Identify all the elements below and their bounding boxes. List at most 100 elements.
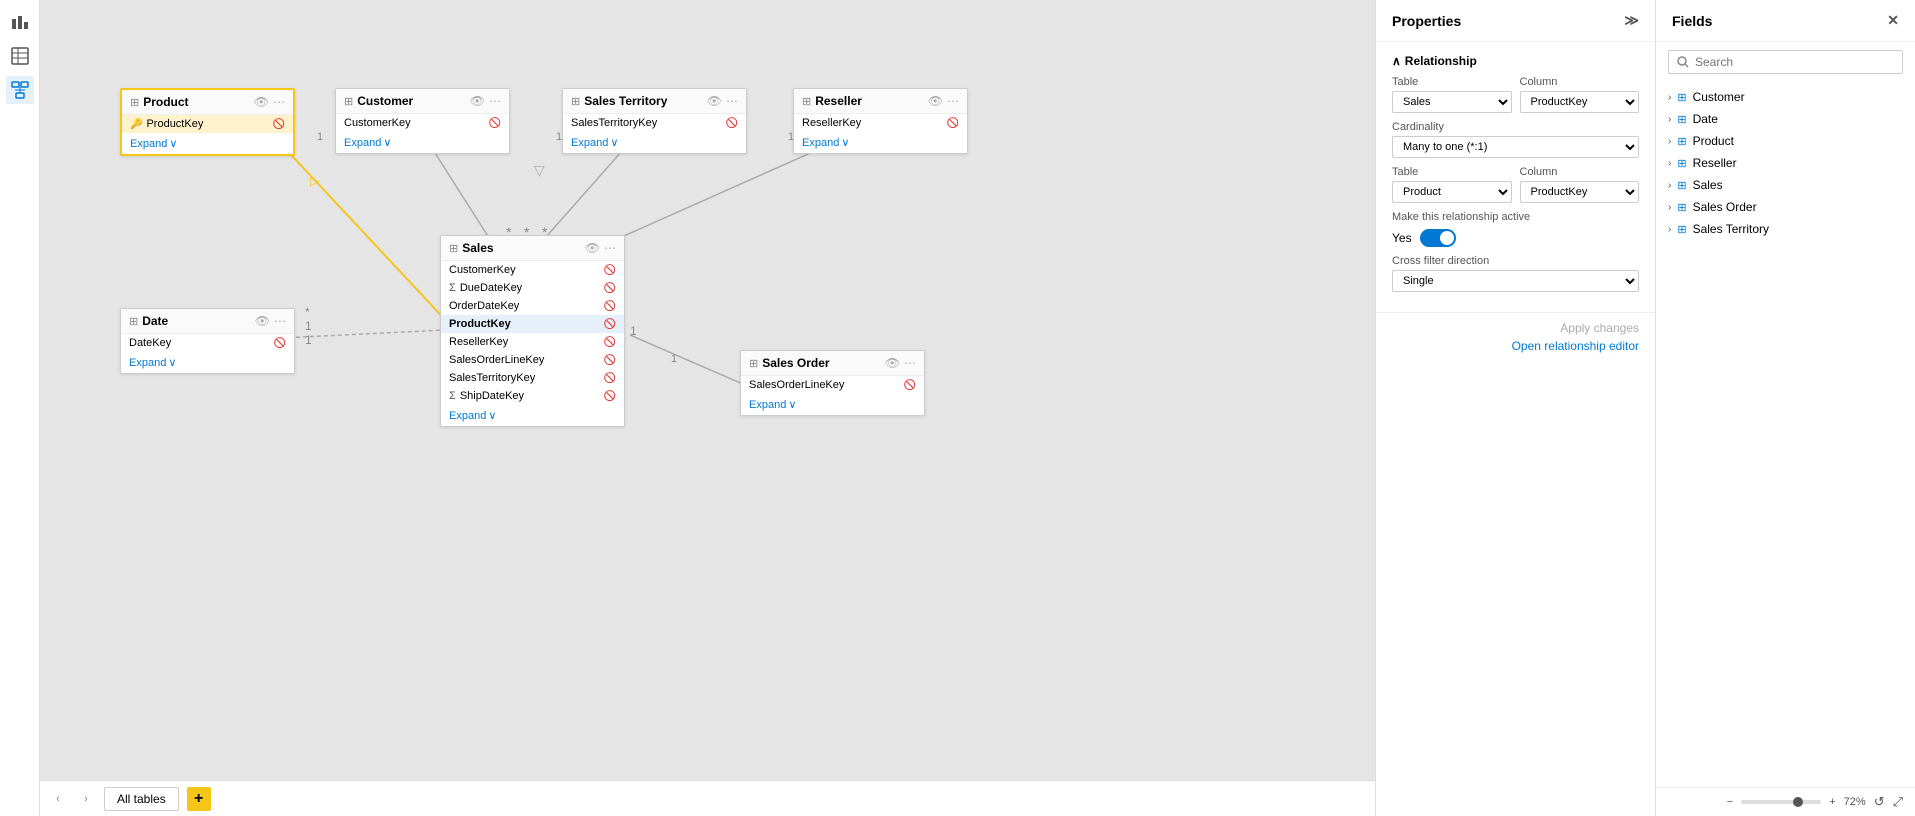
reseller-group-chevron: › (1668, 158, 1671, 169)
sales-territory-table-actions: 👁 ⋯ (707, 94, 738, 108)
sales-order-salesorderlinekey-row[interactable]: SalesOrderLineKey 🚫 (741, 376, 924, 394)
model-nav-icon[interactable] (6, 76, 34, 104)
date-table-title: Date (142, 314, 251, 328)
field-group-customer[interactable]: › ⊞ Customer (1656, 86, 1915, 108)
product-expand-link[interactable]: Expand ∨ (122, 133, 293, 154)
sales-territory-eye-icon[interactable]: 👁 (707, 94, 722, 108)
table2-select[interactable]: Product (1392, 181, 1512, 203)
sales-territory-expand-link[interactable]: Expand ∨ (563, 132, 746, 153)
open-editor-link[interactable]: Open relationship editor (1512, 339, 1639, 353)
sales-order-group-table-icon: ⊞ (1677, 201, 1686, 214)
customer-customerkey-eye: 🚫 (489, 118, 501, 129)
customer-eye-icon[interactable]: 👁 (470, 94, 485, 108)
date-table-header: ⊞ Date 👁 ⋯ (121, 309, 294, 334)
date-eye-icon[interactable]: 👁 (255, 314, 270, 328)
sales-order-salesorderlinekey-eye: 🚫 (904, 380, 916, 391)
field-group-sales[interactable]: › ⊞ Sales (1656, 174, 1915, 196)
sales-eye-icon[interactable]: 👁 (585, 241, 600, 255)
active-toggle-switch[interactable] (1420, 229, 1456, 247)
properties-actions: Apply changes Open relationship editor (1376, 313, 1655, 361)
svg-text:1: 1 (671, 353, 677, 365)
sales-duedatekey-row[interactable]: Σ DueDateKey 🚫 (441, 279, 624, 297)
sales-orderdatekey-row[interactable]: OrderDateKey 🚫 (441, 297, 624, 315)
sales-shipdatekey-row[interactable]: Σ ShipDateKey 🚫 (441, 387, 624, 405)
product-eye-icon[interactable]: 👁 (254, 95, 269, 109)
sales-territory-more-icon[interactable]: ⋯ (726, 94, 738, 108)
customer-expand-link[interactable]: Expand ∨ (336, 132, 509, 153)
cardinality-row: Cardinality Many to one (*:1) (1392, 121, 1639, 158)
product-productkey-row[interactable]: 🔑 ProductKey 🚫 (122, 115, 293, 133)
product-group-table-icon: ⊞ (1677, 135, 1686, 148)
table1-select[interactable]: Sales (1392, 91, 1512, 113)
date-datekey-row[interactable]: DateKey 🚫 (121, 334, 294, 352)
sales-more-icon[interactable]: ⋯ (604, 241, 616, 255)
nav-right-arrow[interactable]: › (76, 789, 96, 809)
cross-filter-label: Cross filter direction (1392, 255, 1639, 267)
properties-collapse-button[interactable]: ≫ (1624, 12, 1639, 29)
active-label: Make this relationship active (1392, 211, 1639, 223)
bar-chart-nav-icon[interactable] (6, 8, 34, 36)
table-icon-sales: ⊞ (449, 242, 458, 255)
field-group-sales-order[interactable]: › ⊞ Sales Order (1656, 196, 1915, 218)
nav-left-arrow[interactable]: ‹ (48, 789, 68, 809)
zoom-bar: − + 72% ↺ ⤢ (1656, 787, 1915, 816)
relationship-section-title[interactable]: ∧ Relationship (1392, 54, 1639, 68)
product-more-icon[interactable]: ⋯ (273, 95, 285, 109)
customer-group-chevron: › (1668, 92, 1671, 103)
apply-changes-button[interactable]: Apply changes (1560, 321, 1639, 335)
sales-resellerkey-eye: 🚫 (604, 337, 616, 348)
customer-customerkey-row[interactable]: CustomerKey 🚫 (336, 114, 509, 132)
cardinality-select[interactable]: Many to one (*:1) (1392, 136, 1639, 158)
product-table-actions: 👁 ⋯ (254, 95, 285, 109)
sales-order-more-icon[interactable]: ⋯ (904, 356, 916, 370)
column1-col: Column ProductKey (1520, 76, 1640, 113)
cross-filter-select[interactable]: Single (1392, 270, 1639, 292)
fields-search-input[interactable] (1695, 55, 1894, 69)
sales-order-eye-icon[interactable]: 👁 (885, 356, 900, 370)
sales-table-header: ⊞ Sales 👁 ⋯ (441, 236, 624, 261)
customer-more-icon[interactable]: ⋯ (489, 94, 501, 108)
sales-territory-table-card: ⊞ Sales Territory 👁 ⋯ SalesTerritoryKey … (562, 88, 747, 154)
sales-resellerkey-row[interactable]: ResellerKey 🚫 (441, 333, 624, 351)
sales-salesterritorykey-row[interactable]: SalesTerritoryKey 🚫 (441, 369, 624, 387)
field-group-date[interactable]: › ⊞ Date (1656, 108, 1915, 130)
all-tables-tab[interactable]: All tables (104, 787, 179, 811)
sales-orderdatekey-eye: 🚫 (604, 301, 616, 312)
zoom-plus-icon[interactable]: + (1829, 796, 1835, 808)
sales-group-name: Sales (1693, 178, 1723, 192)
table2-column2-row: Table Product Column ProductKey (1392, 166, 1639, 203)
reseller-table-header: ⊞ Reseller 👁 ⋯ (794, 89, 967, 114)
field-group-sales-territory[interactable]: › ⊞ Sales Territory (1656, 218, 1915, 240)
date-more-icon[interactable]: ⋯ (274, 314, 286, 328)
column2-label: Column (1520, 166, 1640, 178)
field-group-reseller[interactable]: › ⊞ Reseller (1656, 152, 1915, 174)
table-nav-icon[interactable] (6, 42, 34, 70)
reseller-eye-icon[interactable]: 👁 (928, 94, 943, 108)
fields-search-container[interactable] (1668, 50, 1903, 74)
active-toggle-container: Yes (1392, 229, 1639, 247)
fields-close-button[interactable]: ✕ (1887, 12, 1899, 29)
svg-text:▷: ▷ (310, 174, 320, 188)
sales-expand-link[interactable]: Expand ∨ (441, 405, 624, 426)
reseller-resellerkey-row[interactable]: ResellerKey 🚫 (794, 114, 967, 132)
add-table-button[interactable]: + (187, 787, 211, 811)
date-expand-link[interactable]: Expand ∨ (121, 352, 294, 373)
zoom-refresh-icon[interactable]: ↺ (1874, 794, 1885, 810)
zoom-minus-icon[interactable]: − (1727, 796, 1733, 808)
date-table-actions: 👁 ⋯ (255, 314, 286, 328)
reseller-expand-link[interactable]: Expand ∨ (794, 132, 967, 153)
zoom-slider[interactable] (1741, 800, 1821, 804)
relationship-section: ∧ Relationship Table Sales Column Produc… (1376, 42, 1655, 313)
column1-select[interactable]: ProductKey (1520, 91, 1640, 113)
column2-select[interactable]: ProductKey (1520, 181, 1640, 203)
sales-customerkey-row[interactable]: CustomerKey 🚫 (441, 261, 624, 279)
zoom-fit-icon[interactable]: ⤢ (1893, 794, 1903, 810)
field-group-product[interactable]: › ⊞ Product (1656, 130, 1915, 152)
sales-territory-saleskey-row[interactable]: SalesTerritoryKey 🚫 (563, 114, 746, 132)
sales-salesorderlinekey-row[interactable]: SalesOrderLineKey 🚫 (441, 351, 624, 369)
sales-customerkey-label: CustomerKey (449, 264, 600, 276)
reseller-more-icon[interactable]: ⋯ (947, 94, 959, 108)
sales-productkey-row[interactable]: ProductKey 🚫 (441, 315, 624, 333)
customer-group-name: Customer (1693, 90, 1745, 104)
sales-order-expand-link[interactable]: Expand ∨ (741, 394, 924, 415)
